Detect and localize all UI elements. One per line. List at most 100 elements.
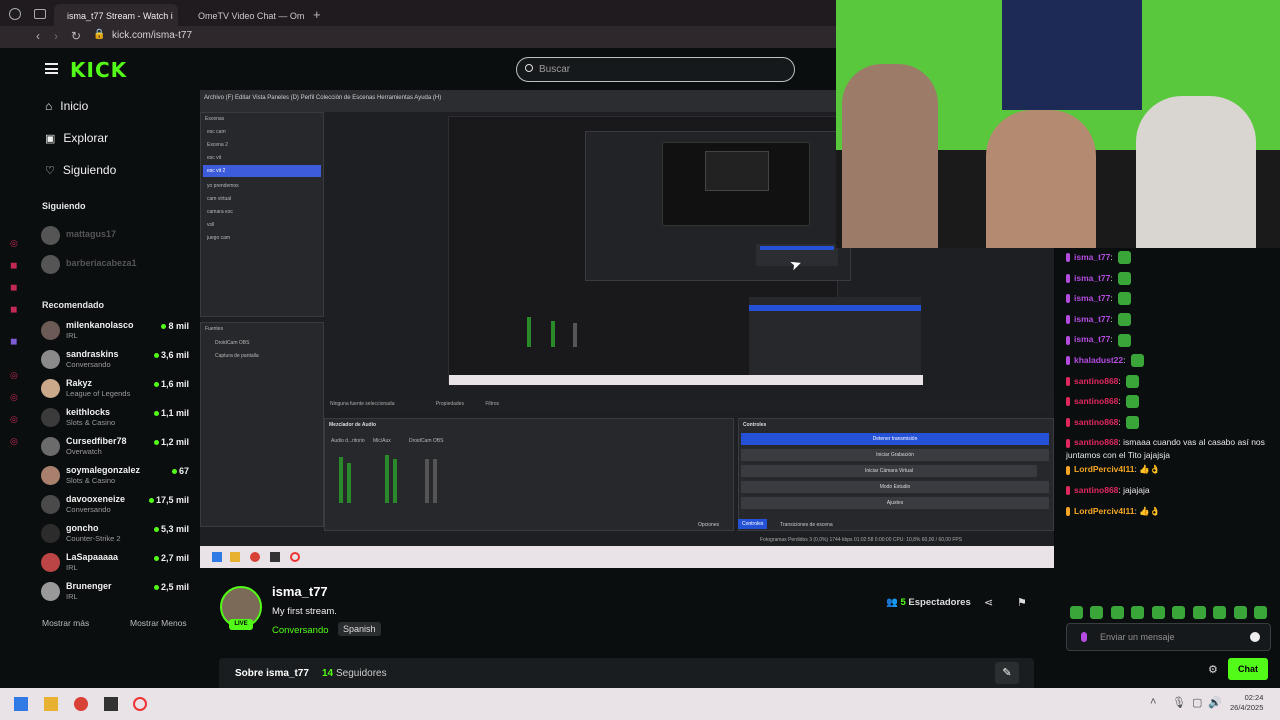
nav-item-inicio[interactable]: ⌂ Inicio — [45, 99, 88, 113]
chat-send-button[interactable]: Chat — [1228, 658, 1268, 680]
recommended-item[interactable]: Rakyz League of Legends 1,6 mil — [41, 376, 191, 402]
recommended-item[interactable]: goncho Counter-Strike 2 5,3 mil — [41, 521, 191, 547]
opera-icon[interactable] — [133, 697, 147, 711]
tray-chevron-icon[interactable]: ˄ — [1150, 696, 1156, 708]
obs-scene-item[interactable]: cam virtual — [207, 196, 231, 202]
obs-scene-item[interactable]: yo prendemos — [207, 183, 239, 189]
obs-scene-item[interactable]: camara esc — [207, 209, 233, 215]
windows-start-icon[interactable] — [14, 697, 28, 711]
chat-username[interactable]: isma_t77 — [1074, 252, 1110, 262]
edit-icon[interactable]: ✎ — [995, 662, 1019, 684]
nav-item-siguiendo[interactable]: ♡ Siguiendo — [45, 163, 116, 177]
recommended-item[interactable]: Cursedfiber78 Overwatch 1,2 mil — [41, 434, 191, 460]
obs-scene-item[interactable]: esc vit — [207, 155, 221, 161]
obs-scene-item[interactable]: Escena 2 — [207, 142, 228, 148]
site-info-icon[interactable]: 🔒 — [93, 29, 105, 40]
obs-tab-transitions[interactable]: Transiciones de escena — [780, 522, 833, 528]
stream-category[interactable]: Conversando — [272, 625, 329, 636]
forward-icon[interactable]: › — [54, 29, 58, 43]
recommended-item[interactable]: soymalegonzalez Slots & Casino 67 — [41, 463, 191, 489]
tab-ometv[interactable]: OmeTV Video Chat — Om — [185, 4, 305, 28]
start-virtual-camera-button[interactable]: Iniciar Cámara Virtual — [741, 465, 1037, 477]
sidebar-strip-icon[interactable]: ◎ — [10, 436, 18, 447]
search-input[interactable]: Buscar — [516, 57, 795, 82]
sidebar-strip-icon[interactable]: ◼ — [10, 304, 17, 315]
chat-username[interactable]: santino868 — [1074, 485, 1118, 495]
filters-button[interactable]: Filtros — [485, 401, 499, 407]
emote-icon[interactable] — [1172, 606, 1186, 620]
sidebar-strip-icon[interactable]: ◎ — [10, 392, 18, 403]
chat-username[interactable]: isma_t77 — [1074, 293, 1110, 303]
chat-username[interactable]: santino868 — [1074, 437, 1118, 447]
reload-icon[interactable]: ↻ — [71, 29, 81, 43]
channel-name[interactable]: isma_t77 — [272, 584, 328, 599]
microphone-icon[interactable]: 🎙 — [1172, 696, 1186, 709]
chat-username[interactable]: khaladust22 — [1074, 355, 1123, 365]
network-icon[interactable]: ▢ — [1192, 696, 1202, 709]
chat-username[interactable]: LordPerciv4l11 — [1074, 464, 1134, 474]
chrome-icon[interactable] — [74, 697, 88, 711]
show-more-link[interactable]: Mostrar más — [42, 618, 89, 628]
chat-username[interactable]: isma_t77 — [1074, 334, 1110, 344]
emote-icon[interactable] — [1192, 606, 1206, 620]
recommended-item[interactable]: davooxeneize Conversando 17,5 mil — [41, 492, 191, 518]
language-tag[interactable]: Spanish — [338, 622, 381, 636]
obs-scene-item-selected[interactable]: esc vit 2 — [203, 165, 321, 177]
options-button[interactable]: Opciones — [698, 522, 719, 528]
chat-message-input[interactable]: Enviar un mensaje — [1066, 623, 1271, 651]
following-item[interactable]: mattagus17 — [41, 223, 191, 249]
emote-icon[interactable] — [1090, 606, 1104, 620]
tab-list-icon[interactable] — [34, 9, 46, 19]
recommended-item[interactable]: Brunenger IRL 2,5 mil — [41, 579, 191, 605]
studio-mode-button[interactable]: Modo Estudio — [741, 481, 1049, 493]
emote-icon[interactable] — [1254, 606, 1268, 620]
sidebar-strip-icon[interactable]: ◎ — [10, 370, 18, 381]
obs-scene-item[interactable]: juego cam — [207, 235, 230, 241]
obs-tab-controls[interactable]: Controles — [738, 519, 768, 529]
obs-source-item[interactable]: Captura de pantalla — [215, 353, 259, 359]
tab-kick-stream[interactable]: isma_t77 Stream - Watch i — [54, 4, 178, 28]
file-explorer-icon[interactable] — [44, 697, 58, 711]
chat-username[interactable]: isma_t77 — [1074, 314, 1110, 324]
emote-icon[interactable] — [1233, 606, 1247, 620]
obs-scene-item[interactable]: esc cam — [207, 129, 226, 135]
chat-username[interactable]: santino868 — [1074, 417, 1118, 427]
emote-icon[interactable] — [1151, 606, 1165, 620]
new-tab-icon[interactable]: + — [313, 7, 321, 22]
sidebar-strip-icon[interactable]: ◼ — [10, 336, 17, 347]
chat-username[interactable]: santino868 — [1074, 396, 1118, 406]
browser-menu-icon[interactable] — [9, 8, 21, 20]
emote-icon[interactable] — [1110, 606, 1124, 620]
chat-username[interactable]: isma_t77 — [1074, 273, 1110, 283]
sidebar-strip-icon[interactable]: ◼ — [10, 282, 17, 293]
sidebar-strip-icon[interactable]: ◎ — [10, 414, 18, 425]
chat-username[interactable]: santino868 — [1074, 376, 1118, 386]
chat-username[interactable]: LordPerciv4l11 — [1074, 506, 1134, 516]
properties-button[interactable]: Propiedades — [436, 401, 464, 407]
emote-icon[interactable] — [1213, 606, 1227, 620]
obs-source-item[interactable]: DroidCam OBS — [215, 340, 249, 346]
chat-settings-icon[interactable]: ⚙ — [1208, 663, 1218, 676]
nav-item-explorar[interactable]: ▣ Explorar — [45, 131, 108, 145]
share-icon[interactable]: ⋖ — [984, 596, 993, 609]
stop-stream-button[interactable]: Detener transmisión — [741, 433, 1049, 445]
recommended-item[interactable]: keithlocks Slots & Casino 1,1 mil — [41, 405, 191, 431]
recommended-item[interactable]: sandraskins Conversando 3,6 mil — [41, 347, 191, 373]
obs-icon[interactable] — [104, 697, 118, 711]
show-less-link[interactable]: Mostrar Menos — [130, 618, 187, 628]
back-icon[interactable]: ‹ — [36, 29, 40, 43]
obs-scene-item[interactable]: vsll — [207, 222, 214, 228]
url-field[interactable]: kick.com/isma-t77 — [112, 30, 192, 41]
sidebar-strip-icon[interactable]: ◼ — [10, 260, 17, 271]
start-recording-button[interactable]: Iniciar Grabación — [741, 449, 1049, 461]
recommended-item[interactable]: LaSapaaaaa IRL 2,7 mil — [41, 550, 191, 576]
sidebar-strip-icon[interactable]: ◎ — [10, 238, 18, 249]
hamburger-menu-icon[interactable] — [45, 63, 58, 74]
emoji-picker-icon[interactable] — [1250, 632, 1260, 642]
kick-logo[interactable]: KICK — [70, 58, 127, 82]
volume-icon[interactable]: 🔊 — [1208, 696, 1222, 709]
emote-icon[interactable] — [1070, 606, 1083, 620]
settings-button[interactable]: Ajustes — [741, 497, 1049, 509]
user-add-icon[interactable]: ⚑ — [1017, 596, 1027, 609]
clock[interactable]: 02:24 26/4/2025 — [1230, 693, 1263, 713]
